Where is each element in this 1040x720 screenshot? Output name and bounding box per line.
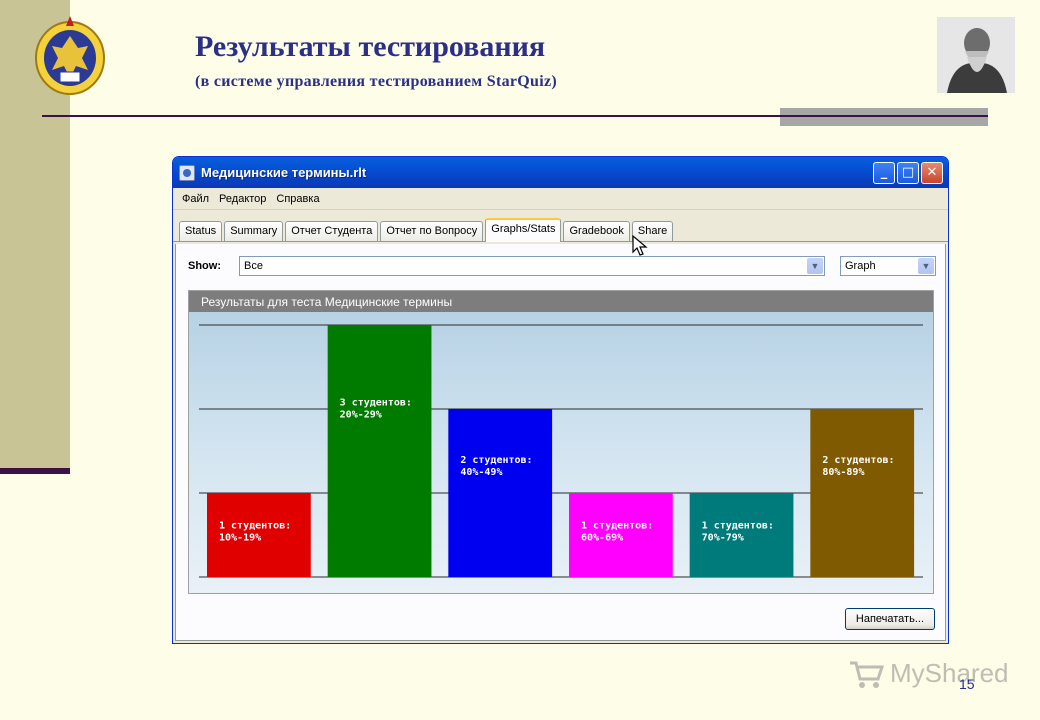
slide-subtitle: (в системе управления тестированием Star…	[195, 73, 558, 90]
tab-bar: Status Summary Отчет Студента Отчет по В…	[173, 216, 948, 242]
bar-chart: 1 студентов: 10%-19% 3 студентов: 20%-29% 2 …	[189, 312, 933, 593]
bar-label: 20%-29%	[340, 410, 382, 421]
bar-label: 3 студентов:	[340, 398, 412, 409]
tab-gradebook[interactable]: Gradebook	[563, 221, 630, 241]
window-title: Медицинские термины.rlt	[201, 165, 367, 180]
app-icon[interactable]	[179, 164, 195, 181]
minimize-button[interactable]: _	[873, 161, 895, 184]
portrait-image	[937, 17, 1015, 93]
page-number: 15	[959, 676, 975, 692]
chart-panel: Результаты для теста Медицинские термины…	[188, 290, 934, 594]
bar-label: 1 студентов:	[702, 520, 774, 531]
watermark: MyShared	[848, 658, 1009, 689]
bar-label: 10%-19%	[219, 532, 261, 543]
app-window: Медицинские термины.rlt _ □ ✕ Файл Редак…	[172, 156, 949, 644]
tab-summary[interactable]: Summary	[224, 221, 284, 241]
bar-20%-29%[interactable]	[327, 325, 432, 577]
bar-label: 80%-89%	[822, 467, 864, 478]
view-mode-value: Graph	[845, 260, 876, 272]
tab-question-report[interactable]: Отчет по Вопросу	[380, 221, 484, 241]
slide-title: Результаты тестирования	[195, 30, 546, 63]
menu-file[interactable]: Файл	[177, 193, 214, 205]
mouse-cursor-icon	[632, 234, 648, 257]
bar-80%-89%[interactable]	[810, 409, 915, 577]
tab-student-report[interactable]: Отчет Студента	[285, 221, 379, 241]
chart-title: Результаты для теста Медицинские термины	[189, 291, 933, 312]
bar-label: 1 студентов:	[581, 520, 653, 531]
window-titlebar[interactable]: Медицинские термины.rlt _ □ ✕	[173, 157, 948, 188]
show-select[interactable]: Все ▼	[239, 256, 825, 276]
close-button[interactable]: ✕	[921, 161, 943, 184]
bar-40%-49%[interactable]	[448, 409, 553, 577]
show-filter-row: Show: Все ▼ Graph ▼	[188, 256, 938, 276]
show-select-value: Все	[244, 260, 263, 272]
view-mode-select[interactable]: Graph ▼	[840, 256, 936, 276]
left-decor-rule	[0, 468, 70, 474]
bar-label: 2 студентов:	[460, 455, 532, 466]
bar-label: 2 студентов:	[822, 455, 894, 466]
menu-bar: Файл Редактор Справка	[173, 188, 948, 210]
bar-label: 60%-69%	[581, 532, 623, 543]
cart-icon	[850, 661, 884, 688]
chevron-down-icon[interactable]: ▼	[918, 258, 934, 274]
tab-content: Show: Все ▼ Graph ▼ Результаты для теста…	[175, 244, 946, 641]
bar-label: 40%-49%	[460, 467, 502, 478]
title-rule-block	[780, 108, 988, 126]
chevron-down-icon[interactable]: ▼	[807, 258, 823, 274]
bar-label: 70%-79%	[702, 532, 744, 543]
show-label: Show:	[188, 260, 221, 272]
title-rule	[42, 115, 988, 117]
tab-status[interactable]: Status	[179, 221, 223, 241]
menu-help[interactable]: Справка	[271, 193, 324, 205]
watermark-text: MyShared	[890, 658, 1009, 688]
menu-edit[interactable]: Редактор	[214, 193, 271, 205]
bar-label: 1 студентов:	[219, 520, 291, 531]
maximize-button[interactable]: □	[897, 161, 919, 184]
tab-graphs-stats[interactable]: Graphs/Stats	[485, 218, 562, 242]
university-emblem-icon	[30, 12, 110, 100]
print-button[interactable]: Напечатать...	[844, 608, 935, 630]
